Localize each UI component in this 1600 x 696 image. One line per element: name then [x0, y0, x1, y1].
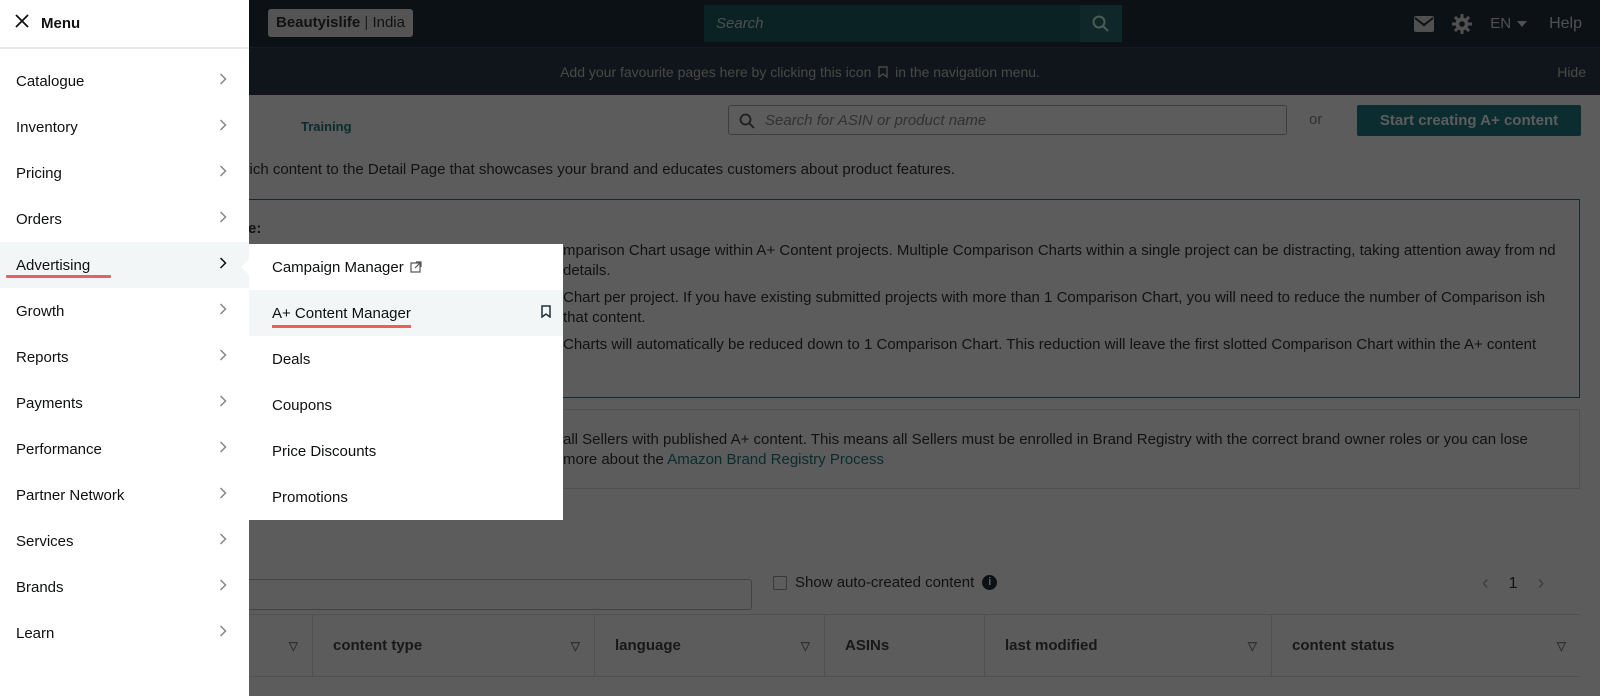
chevron-right-icon — [219, 624, 227, 641]
menu-item-growth[interactable]: Growth — [0, 288, 249, 334]
menu-title: Menu — [41, 15, 81, 32]
submenu-item-label: Deals — [272, 350, 311, 368]
menu-item-brands[interactable]: Brands — [0, 564, 249, 610]
menu-item-payments[interactable]: Payments — [0, 380, 249, 426]
submenu-item-price-discounts[interactable]: Price Discounts — [249, 428, 563, 474]
submenu-item-promotions[interactable]: Promotions — [249, 474, 563, 520]
menu-list: Catalogue Inventory Pricing Orders Advertisi… — [0, 49, 249, 656]
menu-item-advertising[interactable]: Advertising — [0, 242, 249, 288]
menu-item-catalogue[interactable]: Catalogue — [0, 58, 249, 104]
menu-item-pricing[interactable]: Pricing — [0, 150, 249, 196]
submenu-item-label: A+ Content Manager — [272, 304, 411, 322]
menu-item-inventory[interactable]: Inventory — [0, 104, 249, 150]
chevron-right-icon — [219, 532, 227, 549]
chevron-right-icon — [219, 302, 227, 319]
menu-item-label: Growth — [16, 302, 65, 320]
chevron-right-icon — [219, 164, 227, 181]
menu-item-services[interactable]: Services — [0, 518, 249, 564]
menu-item-label: Orders — [16, 210, 62, 228]
external-link-icon — [410, 261, 422, 273]
submenu-item-deals[interactable]: Deals — [249, 336, 563, 382]
menu-item-label: Pricing — [16, 164, 62, 182]
menu-item-label: Inventory — [16, 118, 78, 136]
menu-item-label: Advertising — [16, 256, 91, 274]
submenu-item-coupons[interactable]: Coupons — [249, 382, 563, 428]
navigation-menu: Menu Catalogue Inventory Pricing Orders Adve… — [0, 0, 249, 696]
menu-item-learn[interactable]: Learn — [0, 610, 249, 656]
menu-item-label: Reports — [16, 348, 69, 366]
menu-header: Menu — [0, 0, 249, 49]
submenu-item-label: Coupons — [272, 396, 333, 414]
menu-item-label: Payments — [16, 394, 83, 412]
chevron-right-icon — [219, 578, 227, 595]
advertising-submenu: Campaign Manager A+ Content Manager Deals C… — [249, 244, 563, 520]
menu-item-label: Brands — [16, 578, 64, 596]
submenu-item-campaign-manager[interactable]: Campaign Manager — [249, 244, 563, 290]
chevron-right-icon — [219, 256, 227, 273]
chevron-right-icon — [219, 72, 227, 89]
chevron-right-icon — [219, 118, 227, 135]
chevron-right-icon — [219, 440, 227, 457]
close-icon[interactable] — [15, 14, 29, 33]
bookmark-icon[interactable] — [541, 305, 551, 322]
menu-item-orders[interactable]: Orders — [0, 196, 249, 242]
submenu-item-label: Price Discounts — [272, 442, 377, 460]
menu-item-label: Catalogue — [16, 72, 85, 90]
menu-item-reports[interactable]: Reports — [0, 334, 249, 380]
chevron-right-icon — [219, 210, 227, 227]
menu-item-performance[interactable]: Performance — [0, 426, 249, 472]
chevron-right-icon — [219, 486, 227, 503]
highlight-underline — [6, 275, 111, 278]
submenu-item-label: Promotions — [272, 488, 348, 506]
highlight-underline — [272, 325, 411, 328]
menu-item-label: Services — [16, 532, 74, 550]
menu-item-partner-network[interactable]: Partner Network — [0, 472, 249, 518]
menu-item-label: Partner Network — [16, 486, 125, 504]
submenu-item-label: Campaign Manager — [272, 258, 404, 276]
chevron-right-icon — [219, 348, 227, 365]
menu-item-label: Performance — [16, 440, 102, 458]
menu-item-label: Learn — [16, 624, 55, 642]
chevron-right-icon — [219, 394, 227, 411]
submenu-item-a-content-manager[interactable]: A+ Content Manager — [249, 290, 563, 336]
